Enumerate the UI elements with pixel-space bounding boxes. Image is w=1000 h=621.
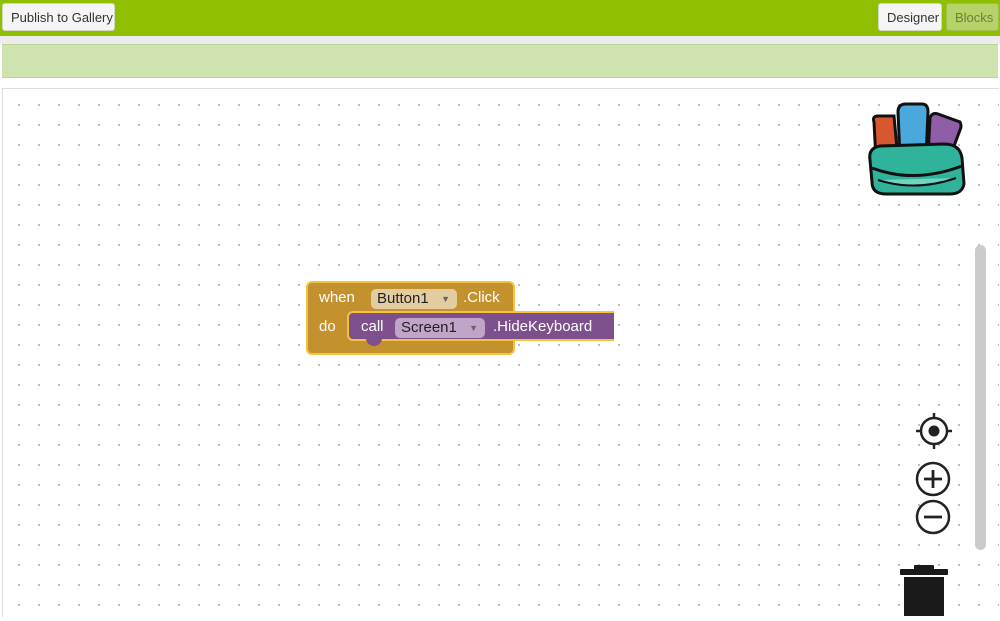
- method-call-block-hide-keyboard[interactable]: call Screen1 ▼ .HideKeyboard: [347, 311, 614, 341]
- backpack-icon[interactable]: [864, 100, 968, 198]
- trash-icon[interactable]: [898, 565, 950, 616]
- top-toolbar: Publish to Gallery Designer Blocks: [0, 0, 1000, 36]
- call-label: call: [361, 318, 384, 335]
- toolbar-separator: [0, 36, 1000, 44]
- when-label: when: [319, 289, 355, 306]
- crosshair-icon[interactable]: [915, 412, 953, 450]
- zoom-in-icon[interactable]: [914, 460, 952, 498]
- method-name-label: .HideKeyboard: [493, 318, 593, 335]
- chevron-down-icon: ▼: [469, 323, 478, 333]
- zoom-out-icon[interactable]: [914, 498, 952, 536]
- do-label: do: [319, 318, 336, 335]
- chevron-down-icon: ▼: [441, 294, 450, 304]
- component-dropdown-label: Screen1: [401, 319, 457, 336]
- publish-to-gallery-button[interactable]: Publish to Gallery: [2, 3, 115, 31]
- workspace-vertical-scrollbar[interactable]: [975, 245, 986, 550]
- secondary-toolbar: [2, 44, 998, 78]
- event-name-label: .Click: [463, 289, 500, 306]
- designer-button[interactable]: Designer: [878, 3, 942, 31]
- component-dropdown-label: Button1: [377, 290, 429, 307]
- component-dropdown-button1[interactable]: Button1 ▼: [371, 289, 457, 309]
- component-dropdown-screen1[interactable]: Screen1 ▼: [395, 318, 485, 338]
- blocks-button[interactable]: Blocks: [946, 3, 999, 31]
